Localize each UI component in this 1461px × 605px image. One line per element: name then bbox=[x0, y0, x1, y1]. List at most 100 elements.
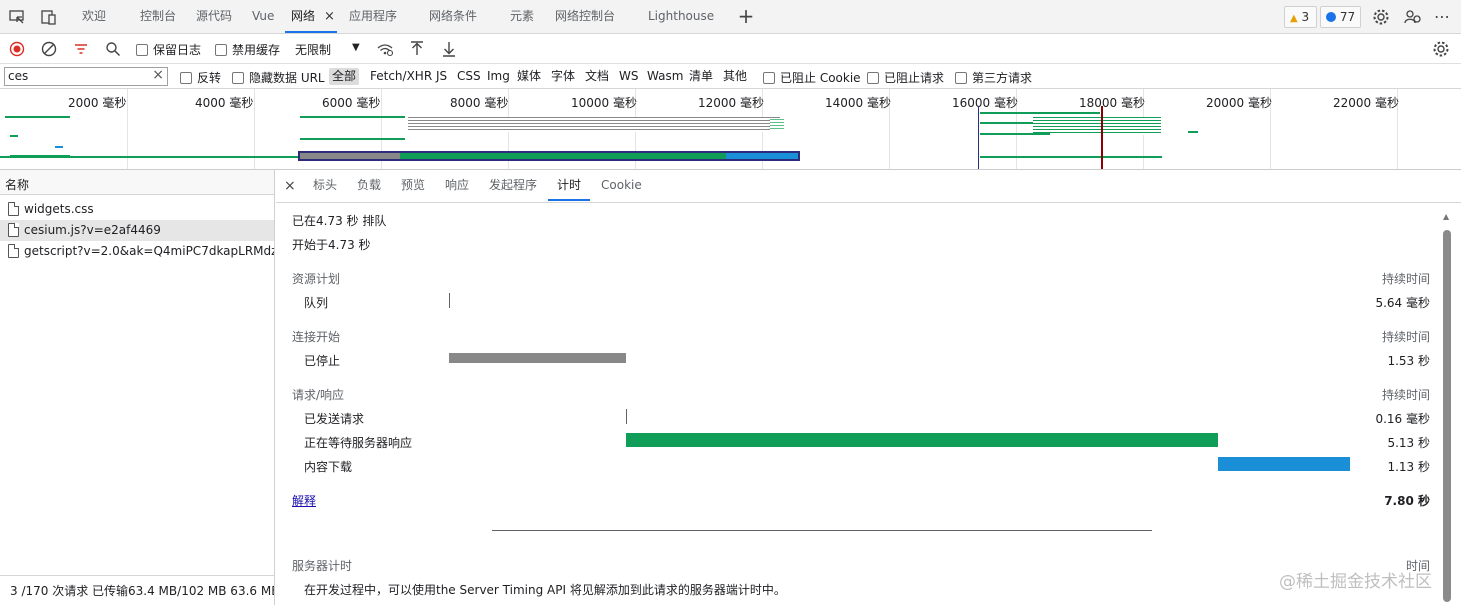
tab-headers[interactable]: 标头 bbox=[313, 170, 337, 201]
status-text: 3 /170 次请求 已传输63.4 MB/102 MB 63.6 MB / bbox=[10, 584, 274, 598]
message-count: 77 bbox=[1339, 10, 1356, 24]
checkbox-box[interactable] bbox=[763, 71, 775, 84]
explain-link[interactable]: 解释 bbox=[292, 492, 316, 509]
tab-vue[interactable]: Vue bbox=[252, 0, 274, 33]
device-inspect-icon[interactable] bbox=[8, 8, 26, 26]
network-conditions-icon[interactable] bbox=[376, 40, 394, 58]
disable-cache-checkbox[interactable]: 禁用缓存 bbox=[215, 41, 280, 58]
warning-icon: ▲ bbox=[1290, 13, 1298, 24]
server-timing-note: 在开发过程中，可以使用the Server Timing API 将见解添加到此… bbox=[304, 583, 786, 597]
tick-label: 22000 毫秒 bbox=[1333, 96, 1399, 110]
third-party-checkbox[interactable]: 第三方请求 bbox=[955, 69, 1032, 86]
divider bbox=[492, 530, 1152, 531]
tick-label: 14000 毫秒 bbox=[825, 96, 891, 110]
throttling-select[interactable]: 无限制 ▼ bbox=[289, 39, 365, 59]
invert-checkbox[interactable]: 反转 bbox=[180, 69, 221, 86]
checkbox-box[interactable] bbox=[180, 71, 192, 84]
tab-welcome[interactable]: 欢迎 bbox=[82, 0, 106, 33]
customize-icon[interactable] bbox=[1403, 7, 1423, 27]
filter-input[interactable]: ces × bbox=[4, 67, 168, 86]
hide-data-urls-checkbox[interactable]: 隐藏数据 URL bbox=[232, 69, 325, 86]
tick-label: 12000 毫秒 bbox=[698, 96, 764, 110]
tick-label: 16000 毫秒 bbox=[952, 96, 1018, 110]
tab-lighthouse[interactable]: Lighthouse bbox=[648, 0, 714, 33]
close-detail-icon[interactable]: × bbox=[284, 178, 296, 194]
checkbox-box[interactable] bbox=[955, 71, 967, 84]
checkbox-box[interactable] bbox=[215, 43, 227, 56]
duration-header: 持续时间 bbox=[1381, 388, 1430, 402]
checkbox-box[interactable] bbox=[232, 71, 244, 84]
filter-type-js[interactable]: JS bbox=[436, 68, 447, 85]
filter-type-ws[interactable]: WS bbox=[619, 68, 638, 85]
blocked-cookies-checkbox[interactable]: 已阻止 Cookie bbox=[763, 69, 861, 86]
request-detail-panel: × 标头 负载 预览 响应 发起程序 计时 Cookie 已在4.73 秒 排队… bbox=[276, 170, 1461, 605]
toggle-device-icon[interactable] bbox=[40, 8, 58, 26]
tab-network[interactable]: 网络 × bbox=[285, 0, 337, 33]
warnings-badge[interactable]: ▲ 3 bbox=[1284, 6, 1317, 28]
request-row[interactable]: getscript?v=2.0&ak=Q4miPC7dkapLRMdzFc... bbox=[0, 241, 274, 262]
network-settings-icon[interactable] bbox=[1431, 39, 1451, 59]
messages-badge[interactable]: 77 bbox=[1320, 6, 1361, 28]
tab-cookies[interactable]: Cookie bbox=[601, 170, 642, 201]
checkbox-box[interactable] bbox=[867, 71, 879, 84]
chevron-down-icon: ▼ bbox=[352, 42, 360, 53]
tab-elements[interactable]: 元素 bbox=[510, 0, 534, 33]
tab-label: 网络条件 bbox=[429, 9, 478, 23]
tab-network-conditions[interactable]: 网络条件 bbox=[429, 0, 477, 33]
checkbox-box[interactable] bbox=[136, 43, 148, 56]
network-toolbar: 保留日志 禁用缓存 无限制 ▼ bbox=[0, 34, 1461, 64]
checkbox-label: 禁用缓存 bbox=[232, 43, 281, 57]
filter-type-doc[interactable]: 文档 bbox=[585, 68, 609, 85]
upload-icon[interactable] bbox=[408, 40, 426, 58]
tab-preview[interactable]: 预览 bbox=[401, 170, 425, 201]
network-overview[interactable]: 2000 毫秒 4000 毫秒 6000 毫秒 8000 毫秒 10000 毫秒… bbox=[0, 89, 1461, 170]
request-row-selected[interactable]: cesium.js?v=e2af4469 bbox=[0, 220, 274, 241]
scrollbar[interactable]: ▲ bbox=[1442, 212, 1452, 602]
request-row[interactable]: widgets.css bbox=[0, 199, 274, 220]
tab-sources[interactable]: 源代码 bbox=[196, 0, 232, 33]
timing-bar-stalled bbox=[449, 353, 626, 363]
filter-type-other[interactable]: 其他 bbox=[723, 68, 747, 85]
filter-icon[interactable] bbox=[72, 40, 90, 58]
filter-type-css[interactable]: CSS bbox=[457, 68, 481, 85]
tab-network-console[interactable]: 网络控制台 bbox=[555, 0, 615, 33]
tab-console[interactable]: 控制台 bbox=[140, 0, 176, 33]
filter-type-fetch-xhr[interactable]: Fetch/XHR bbox=[370, 68, 432, 85]
scroll-up-icon[interactable]: ▲ bbox=[1443, 212, 1449, 221]
more-icon[interactable]: ⋯ bbox=[1432, 6, 1452, 26]
tab-timing[interactable]: 计时 bbox=[548, 170, 591, 201]
filter-type-img[interactable]: Img bbox=[487, 68, 510, 85]
close-icon[interactable]: × bbox=[324, 0, 335, 33]
tab-payload[interactable]: 负载 bbox=[357, 170, 381, 201]
settings-icon[interactable] bbox=[1371, 7, 1391, 27]
timing-label-request-sent: 已发送请求 bbox=[304, 412, 365, 426]
record-icon[interactable] bbox=[8, 40, 26, 58]
tab-label: 计时 bbox=[557, 178, 582, 192]
filter-type-manifest[interactable]: 清单 bbox=[689, 68, 713, 85]
request-list-header[interactable]: 名称 bbox=[0, 170, 274, 195]
checkbox-label: 反转 bbox=[197, 71, 222, 85]
filter-type-font[interactable]: 字体 bbox=[551, 68, 575, 85]
active-tab-indicator bbox=[285, 31, 337, 33]
filter-type-wasm[interactable]: Wasm bbox=[647, 68, 683, 85]
server-timing-title: 服务器计时 bbox=[292, 559, 353, 573]
tab-response[interactable]: 响应 bbox=[445, 170, 469, 201]
search-icon[interactable] bbox=[104, 40, 122, 58]
tab-application[interactable]: 应用程序 bbox=[349, 0, 397, 33]
filter-type-media[interactable]: 媒体 bbox=[517, 68, 541, 85]
preserve-log-checkbox[interactable]: 保留日志 bbox=[136, 41, 201, 58]
file-icon bbox=[8, 202, 19, 216]
add-tab-icon[interactable]: + bbox=[737, 4, 755, 28]
timing-bar-waiting bbox=[625, 433, 1219, 447]
filter-type-all[interactable]: 全部 bbox=[329, 68, 360, 85]
tick-label: 6000 毫秒 bbox=[322, 96, 381, 110]
clear-icon[interactable] bbox=[40, 40, 58, 58]
overview-bar bbox=[726, 153, 798, 159]
timing-label-content-download: 内容下载 bbox=[304, 460, 353, 474]
started-at-text: 开始于4.73 秒 bbox=[292, 238, 371, 252]
clear-filter-icon[interactable]: × bbox=[152, 67, 164, 83]
tab-initiator[interactable]: 发起程序 bbox=[489, 170, 537, 201]
blocked-requests-checkbox[interactable]: 已阻止请求 bbox=[867, 69, 944, 86]
scrollbar-thumb[interactable] bbox=[1443, 230, 1451, 602]
download-icon[interactable] bbox=[440, 40, 458, 58]
